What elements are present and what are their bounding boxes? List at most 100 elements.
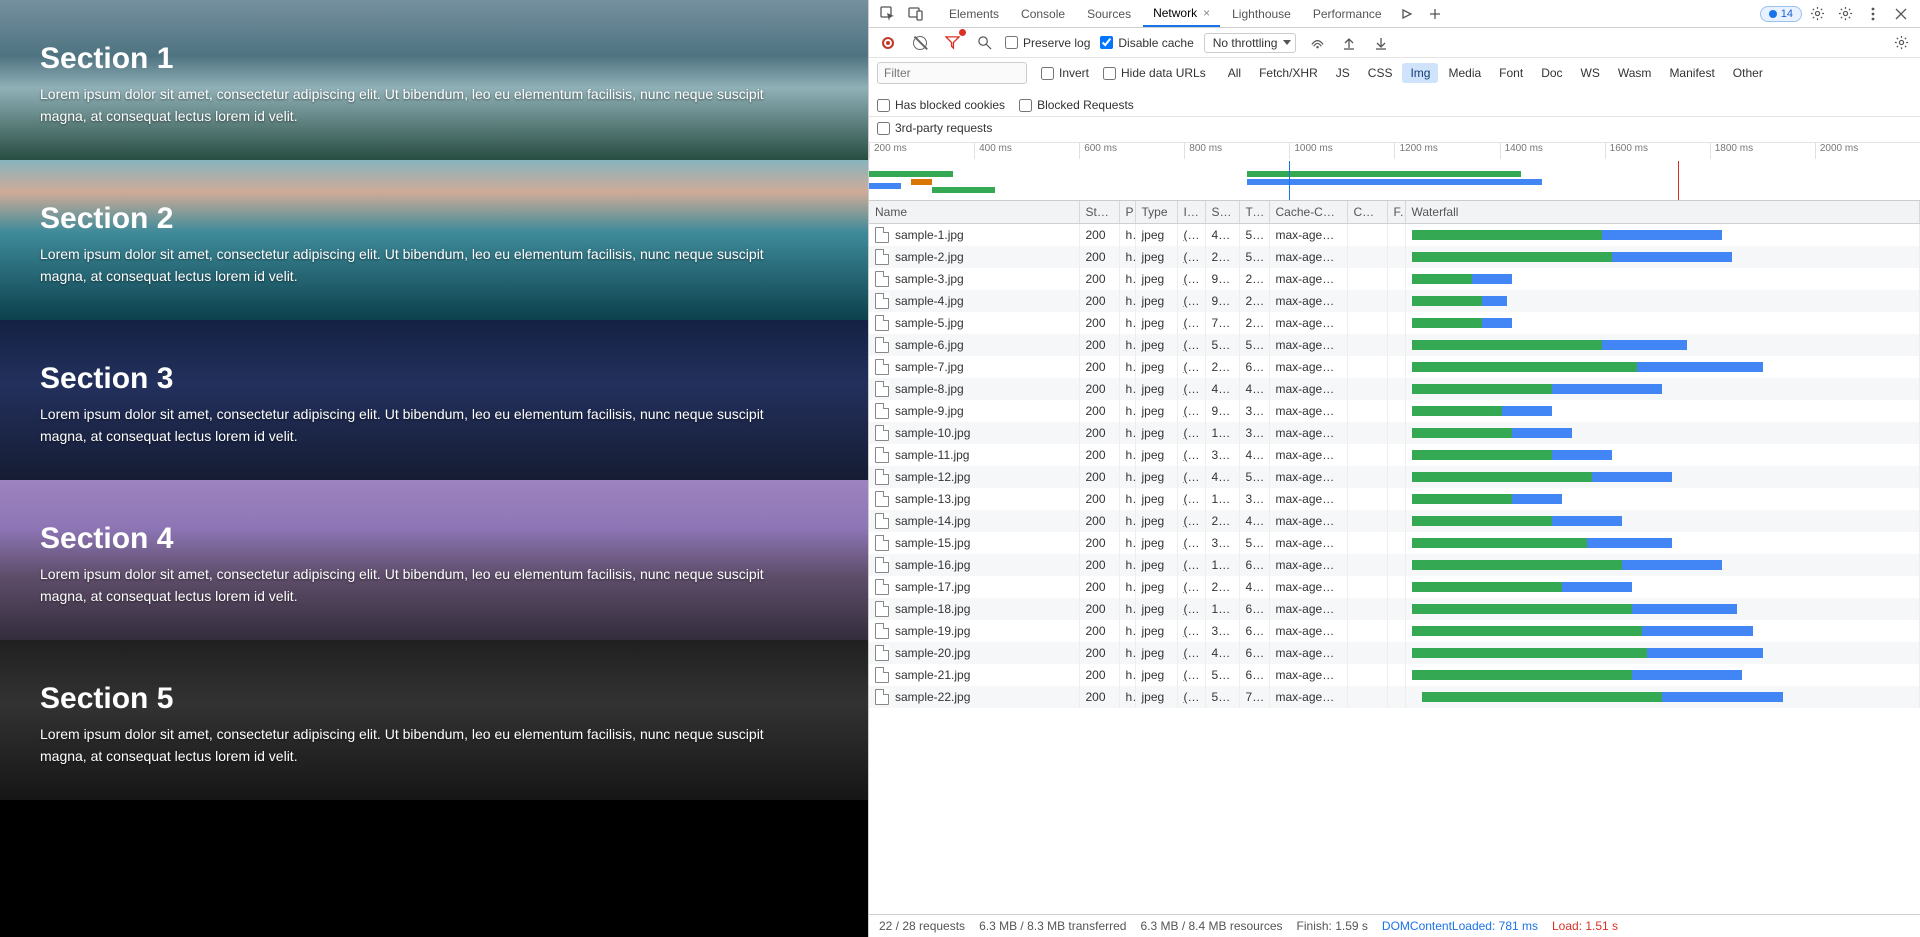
request-row[interactable]: sample-12.jpg200h..jpeg(i...47...54...ma… [869,466,1920,488]
settings-gear-2-icon[interactable] [1832,3,1858,25]
tab-console[interactable]: Console [1011,2,1075,26]
blocked-cookies-checkbox[interactable]: Has blocked cookies [877,98,1005,112]
tab-sources[interactable]: Sources [1077,2,1141,26]
request-initiator[interactable]: (i... [1177,554,1205,576]
rendered-page[interactable]: Section 1 Lorem ipsum dolor sit amet, co… [0,0,868,937]
tab-elements[interactable]: Elements [939,2,1009,26]
request-initiator[interactable]: (i... [1177,598,1205,620]
request-initiator[interactable]: (i... [1177,400,1205,422]
tab-lighthouse[interactable]: Lighthouse [1222,2,1301,26]
col-f[interactable]: F. [1387,201,1405,224]
request-row[interactable]: sample-13.jpg200h..jpeg(i...12...35...ma… [869,488,1920,510]
import-har-icon[interactable] [1338,32,1360,54]
request-row[interactable]: sample-4.jpg200h..jpeg(i...97...25...max… [869,290,1920,312]
request-initiator[interactable]: (i... [1177,466,1205,488]
inspect-element-icon[interactable] [875,3,901,25]
request-initiator[interactable]: (i... [1177,422,1205,444]
col-cache[interactable]: Cache-Control [1269,201,1347,224]
request-initiator[interactable]: (i... [1177,532,1205,554]
request-row[interactable]: sample-10.jpg200h..jpeg(i...14...35...ma… [869,422,1920,444]
tab-network[interactable]: Network× [1143,1,1220,27]
request-row[interactable]: sample-20.jpg200h..jpeg(i...45...69...ma… [869,642,1920,664]
col-size[interactable]: Size [1205,201,1239,224]
request-initiator[interactable]: (i... [1177,378,1205,400]
throttling-select[interactable]: No throttling [1204,33,1297,53]
kebab-menu-icon[interactable] [1860,3,1886,25]
device-toolbar-icon[interactable] [903,3,929,25]
col-waterfall[interactable]: Waterfall [1405,201,1920,224]
blocked-requests-checkbox[interactable]: Blocked Requests [1019,98,1134,112]
disable-cache-checkbox[interactable]: Disable cache [1100,36,1193,50]
type-pill-manifest[interactable]: Manifest [1661,63,1722,83]
request-row[interactable]: sample-2.jpg200h..jpeg(i...24...54...max… [869,246,1920,268]
type-pill-fetchxhr[interactable]: Fetch/XHR [1251,63,1326,83]
col-status[interactable]: Status [1079,201,1119,224]
more-tabs-icon[interactable] [1394,3,1420,25]
type-pill-media[interactable]: Media [1440,63,1489,83]
request-row[interactable]: sample-9.jpg200h..jpeg(i...92...30...max… [869,400,1920,422]
request-row[interactable]: sample-3.jpg200h..jpeg(i...90...26...max… [869,268,1920,290]
request-row[interactable]: sample-6.jpg200h..jpeg(i...59...56...max… [869,334,1920,356]
request-initiator[interactable]: (i... [1177,356,1205,378]
network-conditions-icon[interactable] [1306,32,1328,54]
type-pill-font[interactable]: Font [1491,63,1531,83]
record-button[interactable] [877,32,899,54]
request-row[interactable]: sample-14.jpg200h..jpeg(i...25...44...ma… [869,510,1920,532]
request-initiator[interactable]: (i... [1177,223,1205,246]
search-button[interactable] [973,32,995,54]
request-row[interactable]: sample-15.jpg200h..jpeg(i...33...54...ma… [869,532,1920,554]
request-initiator[interactable]: (i... [1177,268,1205,290]
filter-input[interactable] [877,62,1027,84]
request-initiator[interactable]: (i... [1177,290,1205,312]
request-initiator[interactable]: (i... [1177,488,1205,510]
settings-gear-icon[interactable] [1804,3,1830,25]
request-initiator[interactable]: (i... [1177,620,1205,642]
request-row[interactable]: sample-5.jpg200h..jpeg(i...76...26...max… [869,312,1920,334]
invert-checkbox[interactable]: Invert [1041,66,1089,80]
third-party-checkbox[interactable]: 3rd-party requests [877,121,992,135]
col-p[interactable]: P [1119,201,1135,224]
tab-performance[interactable]: Performance [1303,2,1392,26]
request-initiator[interactable]: (i... [1177,312,1205,334]
request-initiator[interactable]: (i... [1177,576,1205,598]
close-devtools-icon[interactable] [1888,3,1914,25]
request-initiator[interactable]: (i... [1177,444,1205,466]
request-row[interactable]: sample-22.jpg200h..jpeg(i...58...73...ma… [869,686,1920,708]
request-row[interactable]: sample-17.jpg200h..jpeg(i...26...45...ma… [869,576,1920,598]
request-row[interactable]: sample-11.jpg200h..jpeg(i...35...43...ma… [869,444,1920,466]
request-initiator[interactable]: (i... [1177,510,1205,532]
type-pill-js[interactable]: JS [1328,63,1358,83]
request-initiator[interactable]: (i... [1177,642,1205,664]
clear-button[interactable] [909,32,931,54]
request-initiator[interactable]: (i... [1177,664,1205,686]
request-row[interactable]: sample-21.jpg200h..jpeg(i...51...65...ma… [869,664,1920,686]
request-row[interactable]: sample-1.jpg200h..jpeg(i...40...54...max… [869,223,1920,246]
col-name[interactable]: Name [869,201,1079,224]
request-row[interactable]: sample-18.jpg200h..jpeg(i...19...64...ma… [869,598,1920,620]
filter-toggle-button[interactable] [941,32,963,54]
request-row[interactable]: sample-7.jpg200h..jpeg(i...20...62...max… [869,356,1920,378]
type-pill-wasm[interactable]: Wasm [1610,63,1660,83]
request-initiator[interactable]: (i... [1177,686,1205,708]
type-pill-ws[interactable]: WS [1573,63,1608,83]
close-icon[interactable]: × [1203,6,1210,20]
issues-badge[interactable]: 14 [1760,6,1802,22]
export-har-icon[interactable] [1370,32,1392,54]
type-pill-other[interactable]: Other [1725,63,1771,83]
network-overview[interactable]: 200 ms400 ms600 ms800 ms1000 ms1200 ms14… [869,143,1920,201]
request-row[interactable]: sample-8.jpg200h..jpeg(i...41...44...max… [869,378,1920,400]
request-table[interactable]: Name Status P Type Ini... Size Ti... Cac… [869,201,1920,915]
type-pill-css[interactable]: CSS [1360,63,1401,83]
add-tab-icon[interactable] [1422,3,1448,25]
hide-data-urls-checkbox[interactable]: Hide data URLs [1103,66,1206,80]
col-type[interactable]: Type [1135,201,1177,224]
preserve-log-checkbox[interactable]: Preserve log [1005,36,1090,50]
type-pill-img[interactable]: Img [1402,63,1438,83]
request-initiator[interactable]: (i... [1177,246,1205,268]
type-pill-doc[interactable]: Doc [1533,63,1570,83]
request-row[interactable]: sample-19.jpg200h..jpeg(i...38...67...ma… [869,620,1920,642]
type-pill-all[interactable]: All [1220,63,1249,83]
col-initiator[interactable]: Ini... [1177,201,1205,224]
network-settings-icon[interactable] [1890,32,1912,54]
col-time[interactable]: Ti... [1239,201,1269,224]
